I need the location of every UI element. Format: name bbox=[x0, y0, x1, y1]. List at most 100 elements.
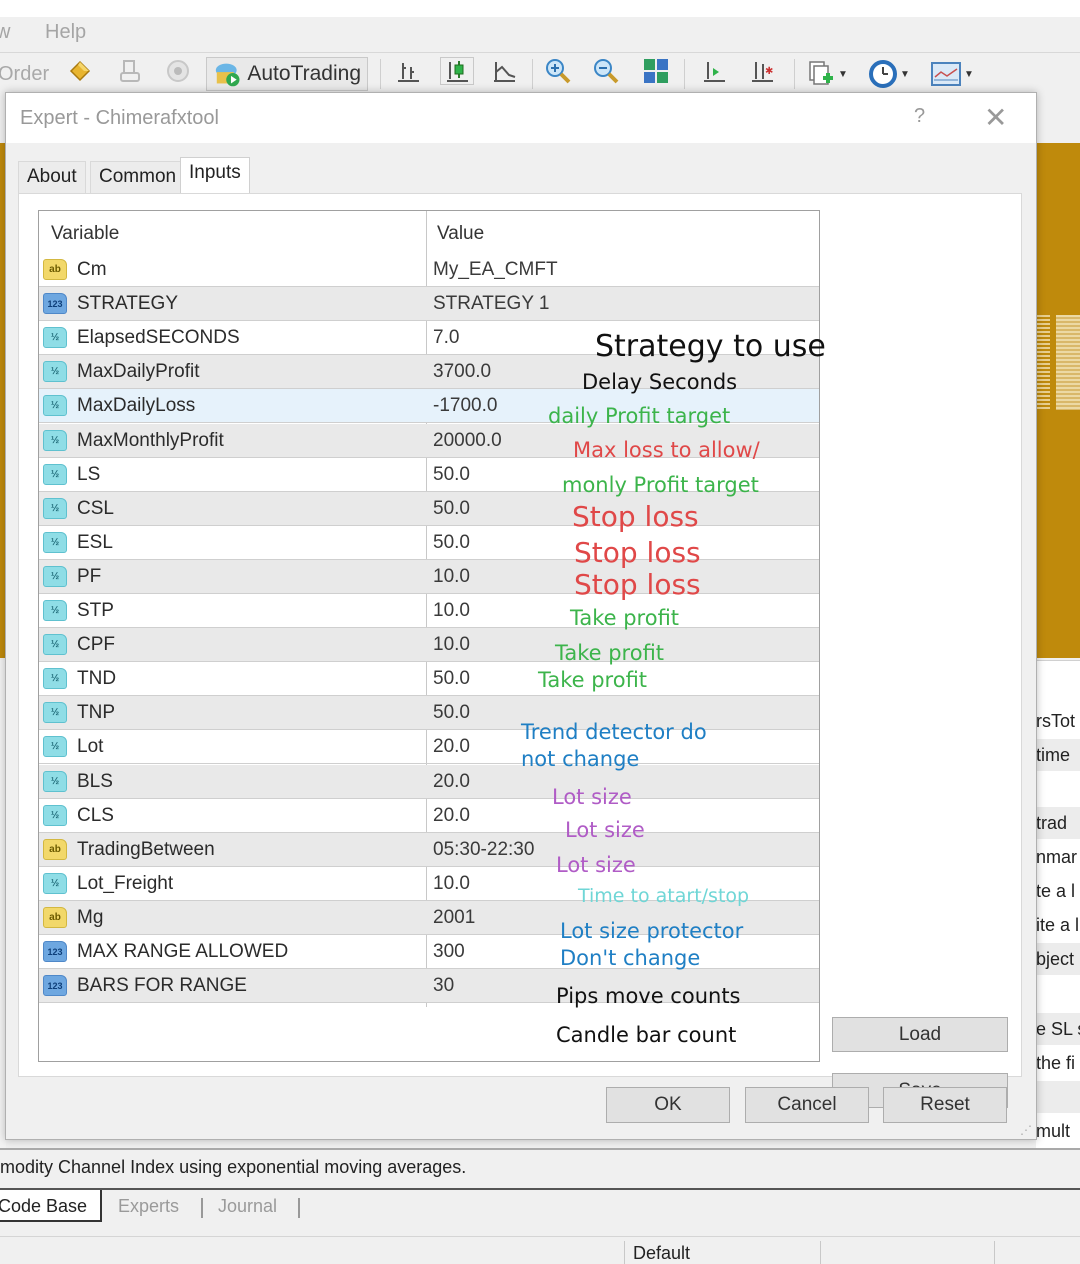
table-row[interactable]: 123 STRATEGY STRATEGY 1 bbox=[39, 287, 819, 322]
table-row[interactable]: ½ TND 50.0 bbox=[39, 662, 819, 697]
tab-divider bbox=[201, 1198, 203, 1218]
chevron-down-icon: ▼ bbox=[964, 68, 974, 80]
variable-name: CLS bbox=[77, 804, 114, 826]
tab-inputs[interactable]: Inputs bbox=[180, 157, 250, 193]
variable-value[interactable]: 50.0 bbox=[433, 532, 470, 554]
variable-name: MAX RANGE ALLOWED bbox=[77, 941, 289, 962]
side-fragment: bject bbox=[1036, 943, 1080, 975]
resize-grip[interactable]: ⋰ bbox=[1020, 1123, 1032, 1137]
variable-value[interactable]: 300 bbox=[433, 941, 465, 963]
table-row[interactable]: ½ CPF 10.0 bbox=[39, 628, 819, 663]
tab-divider bbox=[298, 1198, 300, 1218]
tab-journal[interactable]: Journal bbox=[218, 1190, 277, 1222]
help-button[interactable]: ? bbox=[914, 105, 925, 128]
new-chart-button[interactable]: ▼ bbox=[806, 57, 848, 91]
menu-view[interactable]: w bbox=[0, 21, 10, 44]
variable-value[interactable]: 20000.0 bbox=[433, 430, 502, 452]
periods-button[interactable]: ▼ bbox=[868, 57, 910, 91]
variable-value[interactable]: 20.0 bbox=[433, 805, 470, 827]
load-button[interactable]: Load bbox=[832, 1017, 1008, 1052]
cancel-button[interactable]: Cancel bbox=[745, 1087, 869, 1123]
annotation-label: monly Profit target bbox=[562, 473, 759, 497]
variable-value[interactable]: 50.0 bbox=[433, 702, 470, 724]
reset-button[interactable]: Reset bbox=[883, 1087, 1007, 1123]
variable-value[interactable]: 10.0 bbox=[433, 634, 470, 656]
close-icon[interactable]: ✕ bbox=[984, 101, 1007, 134]
ok-button[interactable]: OK bbox=[606, 1087, 730, 1123]
variable-value[interactable]: 50.0 bbox=[433, 498, 470, 520]
line-chart-icon[interactable] bbox=[490, 57, 518, 85]
autoscroll-icon[interactable]: ✱ bbox=[748, 57, 776, 85]
tab-code-base[interactable]: Code Base bbox=[0, 1190, 102, 1222]
tile-windows-icon[interactable] bbox=[642, 57, 670, 85]
variable-value[interactable]: 3700.0 bbox=[433, 361, 491, 383]
toolbar-separator bbox=[684, 59, 685, 89]
double-type-icon: ½ bbox=[43, 770, 67, 792]
toolbar-separator bbox=[380, 59, 381, 89]
variable-value[interactable]: 20.0 bbox=[433, 736, 470, 758]
annotation-label: Stop loss bbox=[572, 500, 699, 533]
variable-value[interactable]: 10.0 bbox=[433, 873, 470, 895]
navigator-icon[interactable] bbox=[116, 57, 144, 85]
svg-text:✱: ✱ bbox=[765, 66, 773, 77]
double-type-icon: ½ bbox=[43, 361, 67, 383]
metaeditor-icon[interactable] bbox=[66, 57, 94, 85]
variable-value[interactable]: My_EA_CMFT bbox=[433, 259, 558, 281]
signals-icon[interactable] bbox=[164, 57, 192, 85]
bar-chart-icon[interactable] bbox=[394, 57, 422, 85]
autotrading-button[interactable]: AutoTrading bbox=[206, 57, 368, 91]
new-order-button[interactable]: Order bbox=[0, 57, 49, 91]
string-type-icon: ab bbox=[43, 259, 67, 280]
side-fragment: e SL s bbox=[1036, 1013, 1080, 1045]
status-profile: Default bbox=[624, 1241, 820, 1264]
table-row[interactable]: ab Cm My_EA_CMFT bbox=[39, 253, 819, 287]
annotation-label: Take profit bbox=[555, 641, 665, 665]
table-row[interactable]: ½ ESL 50.0 bbox=[39, 526, 819, 560]
zoom-out-icon[interactable] bbox=[592, 57, 620, 85]
variable-value[interactable]: 10.0 bbox=[433, 600, 470, 622]
background-panel-right: rsTot time trad nmar te a l ite a l bjec… bbox=[1036, 660, 1080, 1150]
enum-type-icon: 123 bbox=[43, 293, 67, 315]
variable-value[interactable]: 2001 bbox=[433, 907, 475, 929]
templates-button[interactable]: ▼ bbox=[930, 57, 974, 91]
double-type-icon: ½ bbox=[43, 634, 67, 656]
menu-help[interactable]: Help bbox=[45, 21, 86, 44]
column-header-value[interactable]: Value bbox=[437, 223, 484, 245]
variable-name: ESL bbox=[77, 531, 113, 553]
zoom-in-icon[interactable] bbox=[544, 57, 572, 85]
double-type-icon: ½ bbox=[43, 565, 67, 587]
variable-value[interactable]: 50.0 bbox=[433, 668, 470, 690]
variable-value[interactable]: 30 bbox=[433, 975, 454, 997]
table-row[interactable]: ½ STP 10.0 bbox=[39, 594, 819, 628]
variable-value[interactable]: 7.0 bbox=[433, 327, 459, 349]
column-header-variable[interactable]: Variable bbox=[51, 223, 119, 245]
variable-value[interactable]: 05:30-22:30 bbox=[433, 839, 534, 861]
autotrading-label: AutoTrading bbox=[247, 62, 361, 85]
annotation-label: Strategy to use bbox=[595, 329, 826, 364]
double-type-icon: ½ bbox=[43, 531, 67, 553]
double-type-icon: ½ bbox=[43, 463, 67, 485]
candlestick-icon[interactable] bbox=[440, 57, 474, 85]
annotation-label: Max loss to allow/ bbox=[573, 438, 760, 462]
side-fragment: mult bbox=[1036, 1121, 1071, 1141]
variable-value[interactable]: 50.0 bbox=[433, 464, 470, 486]
annotation-label: Pips move counts bbox=[556, 984, 741, 1008]
variable-value[interactable]: STRATEGY 1 bbox=[433, 293, 550, 315]
annotation-label: Stop loss bbox=[574, 536, 701, 569]
table-row[interactable]: ½ CLS 20.0 bbox=[39, 799, 819, 833]
tab-common[interactable]: Common bbox=[90, 161, 186, 193]
tab-experts[interactable]: Experts bbox=[118, 1190, 179, 1222]
variable-name: BARS FOR RANGE bbox=[77, 975, 247, 997]
variable-value[interactable]: -1700.0 bbox=[433, 395, 497, 417]
side-fragment bbox=[1036, 1081, 1080, 1113]
tab-about[interactable]: About bbox=[18, 161, 86, 193]
table-row[interactable]: ½ BLS 20.0 bbox=[39, 764, 819, 799]
variable-value[interactable]: 10.0 bbox=[433, 566, 470, 588]
table-row[interactable]: ½ PF 10.0 bbox=[39, 559, 819, 594]
variable-value[interactable]: 20.0 bbox=[433, 771, 470, 793]
variable-name: TND bbox=[77, 668, 117, 690]
annotation-label: Trend detector do bbox=[521, 720, 707, 744]
table-row[interactable]: ab TradingBetween 05:30-22:30 bbox=[39, 832, 819, 867]
chart-shift-icon[interactable] bbox=[700, 57, 728, 85]
status-bar: Default bbox=[0, 1236, 1080, 1264]
